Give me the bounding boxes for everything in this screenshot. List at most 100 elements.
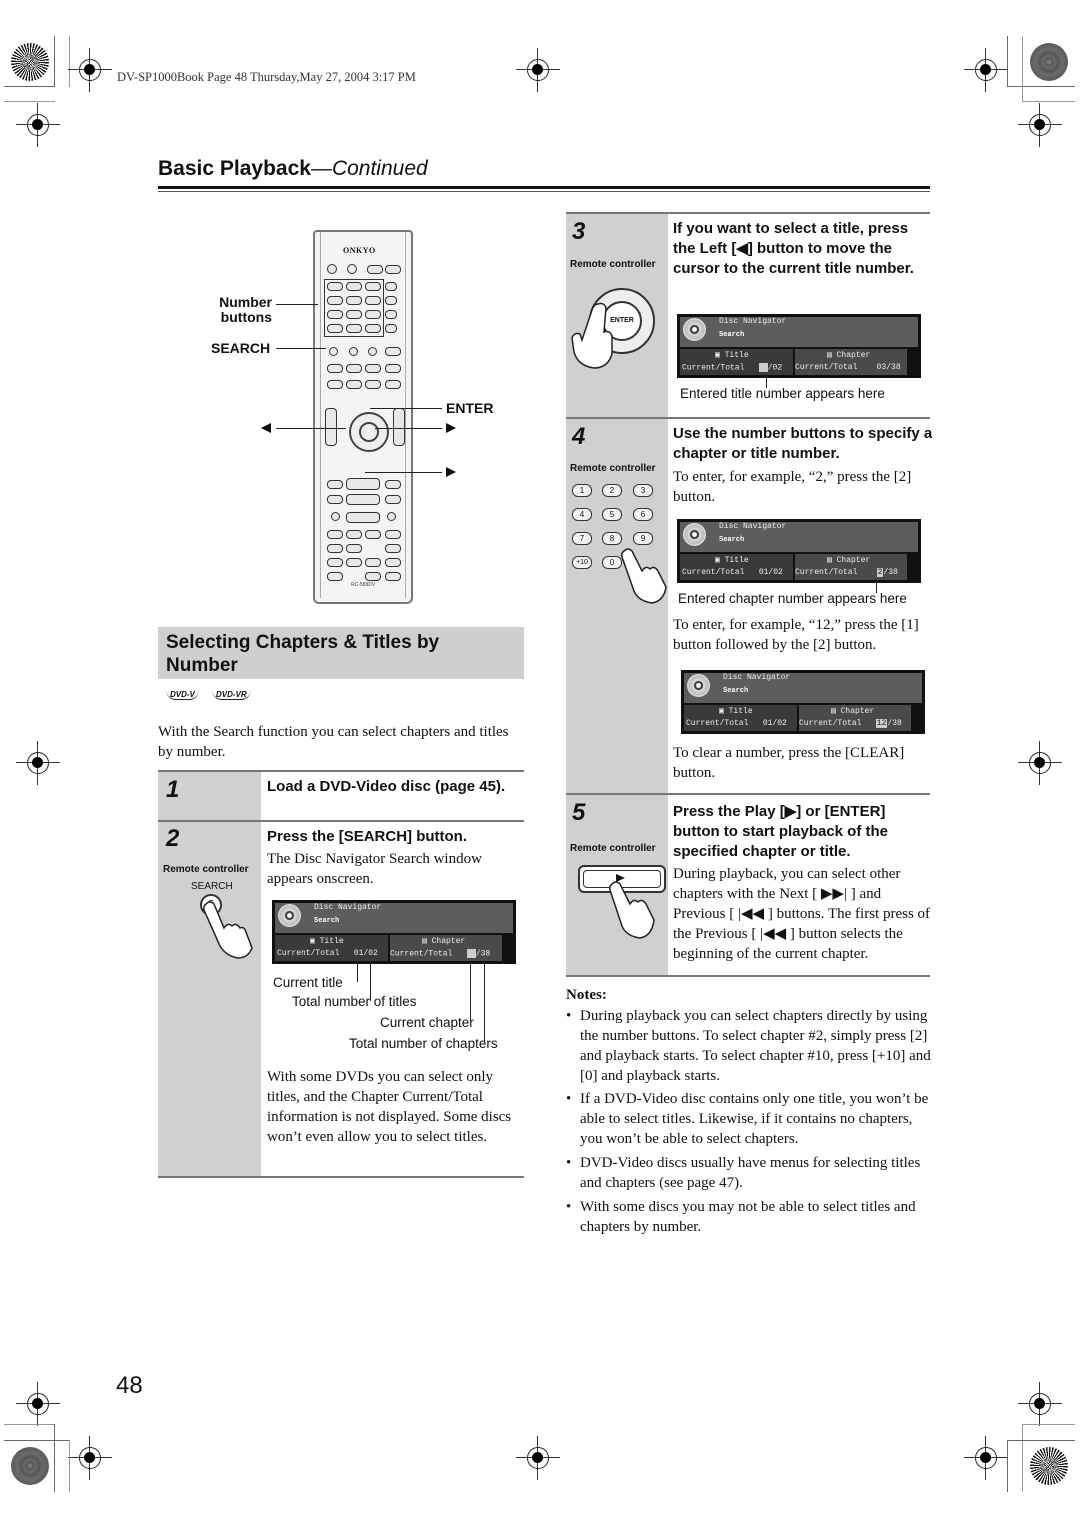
- number-button: 3: [633, 484, 653, 497]
- color-registration-starburst-icon: [1030, 1447, 1068, 1485]
- remote-aspect-button: [385, 544, 401, 553]
- step-text: To enter, for example, “2,” press the [2…: [673, 469, 912, 505]
- note-text: During playback you can select chapters …: [580, 1008, 931, 1084]
- pointing-hand-icon: [621, 548, 667, 604]
- remote-ch-rocker: [393, 408, 405, 446]
- step-divider: [158, 1176, 524, 1178]
- step-heading: If you want to select a title, press the…: [673, 220, 914, 277]
- remote-mode-button: [365, 380, 381, 389]
- registration-mark-icon: [68, 1436, 112, 1480]
- registration-mark-icon: [516, 1436, 560, 1480]
- remote-standby-button: [347, 264, 357, 274]
- step-divider: [158, 820, 524, 822]
- crop-mark: [4, 101, 55, 102]
- label: Current/Total: [277, 949, 340, 958]
- remote-tvvol-button: [385, 324, 397, 333]
- callout-text: Number: [219, 294, 272, 310]
- label: Current/Total: [795, 363, 858, 372]
- chapter-current-total: Current/Total 12/38: [799, 719, 902, 728]
- remote-play-button: [346, 478, 380, 490]
- screen-title: Disc Navigator: [719, 317, 787, 326]
- remote-brand: ONKYO: [343, 246, 376, 255]
- crop-mark: [4, 1424, 55, 1425]
- chapter-column-header: ▤ Chapter: [827, 556, 871, 565]
- disc-icon: [683, 318, 706, 341]
- chapter-column-header: ▤ Chapter: [422, 937, 466, 946]
- value: 01/02: [353, 949, 378, 958]
- step-heading: Use the number buttons to specify a chap…: [673, 425, 933, 462]
- registration-mark-icon: [16, 741, 60, 785]
- chapter-col-label: Chapter: [836, 351, 871, 360]
- remote-tv-button: [385, 265, 401, 274]
- label: Current/Total: [682, 363, 745, 373]
- screen-subtitle: Search: [314, 917, 340, 925]
- remote-learning-button: [385, 572, 401, 581]
- title-column-header: ▣ Title: [719, 707, 753, 716]
- registration-mark-icon: [1018, 1382, 1062, 1426]
- step-heading: Press the [SEARCH] button.: [267, 828, 468, 845]
- step-text: To enter, for example, “12,” press the […: [673, 617, 919, 653]
- registration-mark-icon: [16, 103, 60, 147]
- screen-caption: Entered chapter number appears here: [678, 591, 907, 606]
- current-chapter-callout: Current chapter: [380, 1015, 474, 1030]
- disc-navigator-screen: Disc Navigator Search ▣ Title ▤ Chapter …: [272, 900, 516, 964]
- chapter-col-label: Chapter: [431, 937, 466, 946]
- callout-line: [375, 428, 442, 429]
- disc-icon: [278, 904, 301, 927]
- number-button: 6: [633, 508, 653, 521]
- number-button: 5: [602, 508, 622, 521]
- number-button: +10: [572, 556, 592, 569]
- remote-model: RC-588DV: [351, 582, 376, 588]
- number-button: 9: [633, 532, 653, 545]
- number-button: 8: [602, 532, 622, 545]
- step-text: To clear a number, press the [CLEAR] but…: [673, 745, 905, 781]
- crop-mark: [1022, 36, 1023, 102]
- note-item: • During playback you can select chapters…: [566, 1006, 932, 1086]
- disc-icon: [687, 674, 710, 697]
- crop-mark: [1022, 1424, 1023, 1492]
- remote-random-button: [387, 512, 396, 521]
- remote-input-button: [385, 364, 401, 373]
- remote-dpad: [349, 412, 389, 452]
- remote-open-close-button: [327, 572, 343, 581]
- remote-search-button: [329, 347, 338, 356]
- crop-mark: [69, 1440, 70, 1492]
- value: 01/02: [762, 719, 787, 728]
- remote-controller-label: Remote controller: [570, 463, 656, 474]
- screen-title: Disc Navigator: [314, 903, 382, 912]
- remote-tvvol-button: [385, 310, 397, 319]
- title-current-total: Current/Total 01/02: [686, 719, 787, 728]
- value: 01/02: [758, 568, 783, 577]
- step-heading: Press the Play [▶] or [ENTER] button to …: [673, 803, 889, 860]
- chapter-current-total: Current/Total 2/38: [795, 568, 898, 577]
- notes-heading: Notes:: [566, 987, 607, 1003]
- remote-last-memory-button: [331, 512, 340, 521]
- title-rule: [158, 186, 930, 189]
- total-chapters-callout: Total number of chapters: [349, 1036, 498, 1051]
- callout-line: [276, 348, 326, 349]
- remote-learning-button: [365, 572, 381, 581]
- pointing-hand-icon: [571, 302, 613, 369]
- section-heading: Selecting Chapters & Titles by Number: [158, 627, 524, 679]
- step-number: 2: [166, 825, 180, 852]
- disc-navigator-screen: Disc Navigator Search ▣ Title ▤ Chapter …: [677, 519, 921, 583]
- remote-mode-button: [327, 380, 343, 389]
- registration-mark-icon: [964, 48, 1008, 92]
- registration-mark-icon: [16, 1382, 60, 1426]
- crop-mark: [1007, 1440, 1075, 1441]
- crop-mark: [54, 1424, 55, 1492]
- remote-tvch-button: [385, 282, 397, 291]
- step-text: During playback, you can select other ch…: [673, 866, 931, 962]
- input-cursor: 12: [875, 719, 888, 728]
- remote-tv-button: [367, 265, 383, 274]
- total-titles-callout: Total number of titles: [292, 994, 417, 1009]
- callout-line: [470, 964, 471, 1021]
- screen-title: Disc Navigator: [723, 673, 791, 682]
- section-intro: With the Search function you can select …: [158, 724, 509, 760]
- remote-subtitle-button: [346, 530, 362, 539]
- remote-tvch-button: [385, 296, 397, 305]
- remote-amp-input-button: [385, 347, 401, 356]
- dvd-v-badge: DVD-V: [166, 690, 199, 700]
- title-current-total: Current/Total /02: [682, 363, 782, 373]
- remote-controller-label: Remote controller: [163, 864, 249, 875]
